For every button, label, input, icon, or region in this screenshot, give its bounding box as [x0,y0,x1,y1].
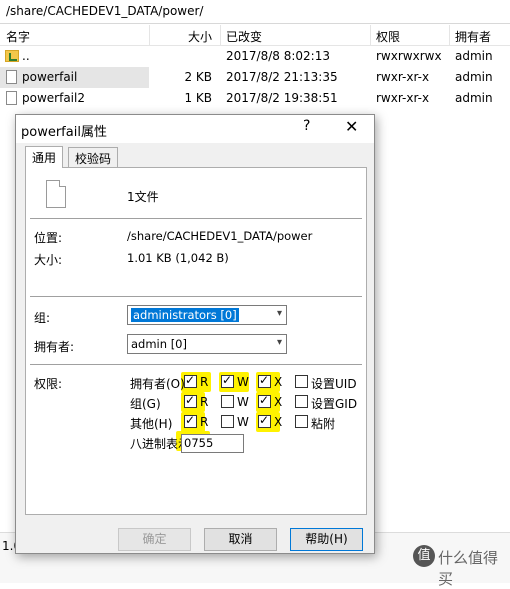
file-count: 1文件 [127,190,159,204]
octal-input[interactable]: 0755 [181,434,244,453]
dialog-titlebar[interactable]: powerfail属性 ? ✕ [16,115,374,143]
group-select[interactable]: administrators [0] ▾ [127,305,287,325]
size-value: 1.01 KB (1,042 B) [127,251,229,265]
group-write-checkbox[interactable] [221,395,234,408]
perm-group-label: 组(G) [130,397,161,411]
write-label: W [237,395,249,409]
file-size: 2 KB [184,70,212,84]
file-row-powerfail2[interactable]: powerfail2 1 KB 2017/8/2 19:38:51 rwxr-x… [0,88,510,109]
column-owner[interactable]: 拥有者 [455,28,491,45]
file-permissions: rwxr-xr-x [376,70,430,84]
watermark-logo-icon: 值 [413,545,435,567]
location-label: 位置: [34,231,63,245]
tab-general[interactable]: 通用 [25,146,64,168]
divider [30,218,362,219]
setuid-checkbox[interactable] [295,375,308,388]
column-name[interactable]: 名字 [6,28,30,45]
file-owner: admin [455,91,493,105]
execute-label: X [274,375,283,389]
divider [30,296,362,297]
chevron-down-icon: ▾ [276,308,282,319]
perm-owner-label: 拥有者(O) [130,377,185,391]
write-label: W [237,415,249,429]
file-modified: 2017/8/2 21:13:35 [226,70,338,84]
cancel-button[interactable]: 取消 [204,528,277,551]
file-size: 1 KB [184,91,212,105]
dialog-title: powerfail属性 [21,125,107,140]
setgid-checkbox[interactable] [295,395,308,408]
group-execute-checkbox[interactable] [258,393,271,408]
other-write-checkbox[interactable] [221,415,234,428]
group-read-checkbox[interactable] [184,393,197,408]
ok-button[interactable]: 确定 [118,528,191,551]
owner-label: 拥有者: [34,340,75,354]
file-icon [46,180,66,208]
execute-label: X [274,415,283,429]
column-modified[interactable]: 已改变 [226,28,262,45]
other-execute-checkbox[interactable] [258,413,271,428]
group-select-value: administrators [0] [131,308,239,322]
owner-read-checkbox[interactable] [184,373,197,388]
permissions-label: 权限: [34,377,63,391]
read-label: R [200,395,209,409]
owner-select-value: admin [0] [131,337,187,351]
file-permissions: rwxrwxrwx [376,49,442,63]
owner-write-checkbox[interactable] [221,373,234,388]
general-panel: 1文件 位置: /share/CACHEDEV1_DATA/power 大小: … [25,167,367,515]
file-owner: admin [455,70,493,84]
setgid-label: 设置GID [311,397,358,411]
file-icon [6,70,17,84]
file-row-parent[interactable]: .. 2017/8/8 8:02:13 rwxrwxrwx admin [0,46,510,67]
group-label: 组: [34,311,51,325]
owner-select[interactable]: admin [0] ▾ [127,334,287,354]
tab-checksum[interactable]: 校验码 [68,147,119,167]
file-table: 名字 大小 已改变 权限 拥有者 .. 2017/8/8 8:02:13 rwx… [0,25,510,109]
path-bar[interactable]: /share/CACHEDEV1_DATA/power/ [0,0,510,24]
file-name: powerfail2 [22,91,85,105]
file-owner: admin [455,49,493,63]
help-button[interactable]: 帮助(H) [290,528,363,551]
chevron-down-icon: ▾ [276,337,282,348]
column-permissions[interactable]: 权限 [376,28,400,45]
perm-other-label: 其他(H) [130,417,173,431]
file-permissions: rwxr-xr-x [376,91,430,105]
file-table-header: 名字 大小 已改变 权限 拥有者 [0,25,510,46]
location-value: /share/CACHEDEV1_DATA/power [127,229,313,243]
read-label: R [200,375,209,389]
sticky-label: 粘附 [311,417,336,431]
file-modified: 2017/8/2 19:38:51 [226,91,338,105]
sticky-checkbox[interactable] [295,415,308,428]
file-name: .. [22,49,30,63]
file-modified: 2017/8/8 8:02:13 [226,49,330,63]
folder-up-icon [5,50,19,62]
execute-label: X [274,395,283,409]
properties-dialog: powerfail属性 ? ✕ 通用 校验码 1文件 位置: /share/CA… [15,114,375,554]
write-label: W [237,375,249,389]
file-name: powerfail [22,70,78,84]
read-label: R [200,415,209,429]
file-row-powerfail[interactable]: powerfail 2 KB 2017/8/2 21:13:35 rwxr-xr… [0,67,510,88]
path-text: /share/CACHEDEV1_DATA/power/ [6,4,204,18]
size-label: 大小: [34,253,63,267]
setuid-label: 设置UID [311,377,357,391]
owner-execute-checkbox[interactable] [258,373,271,388]
file-icon [6,91,17,105]
column-size[interactable]: 大小 [188,28,212,45]
close-icon[interactable]: ✕ [345,117,358,136]
octal-value: 0755 [184,436,214,450]
divider [30,364,362,365]
help-icon[interactable]: ? [303,118,310,134]
other-read-checkbox[interactable] [184,413,197,428]
